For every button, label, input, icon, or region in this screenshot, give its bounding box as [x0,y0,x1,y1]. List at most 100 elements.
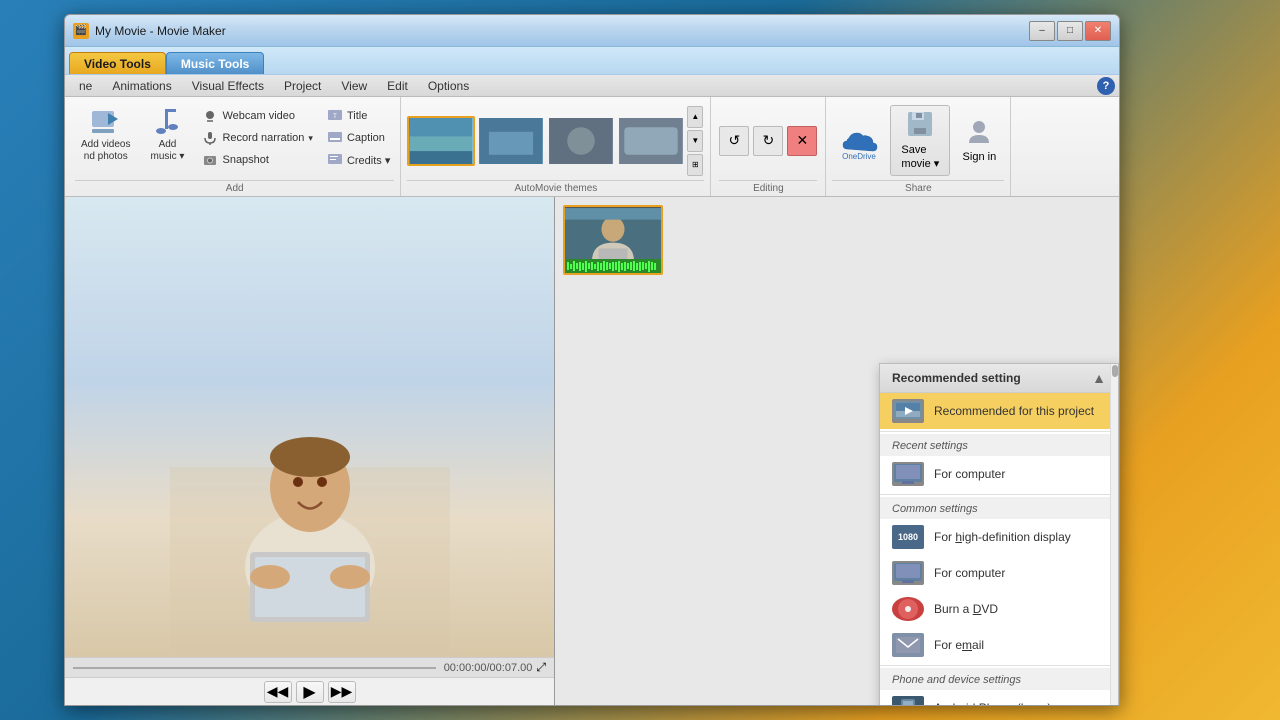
webcam-video-button[interactable]: Webcam video [198,105,316,127]
share-group-label: Share [832,180,1004,196]
dropdown-close-button[interactable]: ▲ [1092,370,1106,386]
dropdown-item-computer[interactable]: For computer [880,555,1118,591]
video-frame [65,197,554,657]
menu-edit[interactable]: Edit [377,77,418,95]
title-button[interactable]: T Title [323,105,394,127]
phone-settings-header: Phone and device settings [880,668,1118,690]
audio-track [565,259,661,273]
credits-button[interactable]: Credits ▾ [323,149,394,171]
time-display: 00:00:00/00:07.00 ⤢ [444,660,546,675]
save-movie-label: Save movie ▾ [901,144,939,170]
add-videos-label: Add videosnd photos [81,139,130,163]
theme-thumb-2[interactable] [477,116,545,166]
dropdown-item-email[interactable]: For email [880,627,1118,663]
video-preview [65,197,554,657]
dropdown-item-recommended-project[interactable]: Recommended for this project [880,393,1118,429]
email-icon [892,633,924,657]
menu-options[interactable]: Options [418,77,479,95]
storyboard-item-1[interactable] [563,205,663,275]
minimize-button[interactable]: – [1029,21,1055,41]
tab-music-tools[interactable]: Music Tools [166,52,264,74]
hd-text: For high-definition display [934,530,1071,544]
content-area: 00:00:00/00:07.00 ⤢ ◀◀ ▶ ▶▶ [65,197,1119,705]
rotate-left-button[interactable]: ↺ [719,126,749,156]
dropdown-item-recent-computer[interactable]: For computer [880,456,1118,492]
rotate-right-button[interactable]: ↻ [753,126,783,156]
menu-home[interactable]: ne [69,77,102,95]
video-panel: 00:00:00/00:07.00 ⤢ ◀◀ ▶ ▶▶ [65,197,555,705]
ribbon-tabs: Video Tools Music Tools [65,47,1119,75]
hd-icon: 1080 [892,525,924,549]
sign-in-button[interactable]: Sign in [954,113,1004,168]
waveform [565,261,658,272]
svg-text:T: T [333,114,337,120]
menu-view[interactable]: View [331,77,377,95]
snapshot-label: Snapshot [222,154,268,166]
menu-visual-effects[interactable]: Visual Effects [182,77,274,95]
title-label: Title [347,110,367,122]
theme-thumb-1[interactable] [407,116,475,166]
maximize-button[interactable]: □ [1057,21,1083,41]
theme-thumb-4[interactable] [617,116,685,166]
add-group-label: Add [75,180,394,196]
progress-bar[interactable] [73,667,436,669]
fast-forward-button[interactable]: ▶▶ [328,681,356,703]
theme-thumb-3[interactable] [547,116,615,166]
credits-label: Credits ▾ [347,154,390,167]
webcam-label: Webcam video [222,110,295,122]
menu-project[interactable]: Project [274,77,331,95]
themes-next-button[interactable]: ▼ [687,130,703,152]
time-bar: 00:00:00/00:07.00 ⤢ [65,657,554,677]
record-narration-button[interactable]: Record narration ▾ [198,127,316,149]
caption-icon [327,130,343,146]
save-movie-dropdown: Recommended setting ▲ Recommended for th… [879,363,1119,705]
add-music-button[interactable]: Addmusic ▾ [142,101,192,167]
caption-button[interactable]: Caption [323,127,394,149]
email-text: For email [934,638,984,652]
recent-computer-text: For computer [934,467,1005,481]
menu-animations[interactable]: Animations [102,77,181,95]
add-small-buttons: Webcam video Record narration ▾ [198,101,316,175]
window-controls: – □ ✕ [1029,21,1111,41]
ribbon-group-add: Add videosnd photos Addmusic ▾ [69,97,401,196]
tab-video-tools[interactable]: Video Tools [69,52,166,74]
play-button[interactable]: ▶ [296,681,324,703]
recommended-project-icon [892,399,924,423]
expand-icon[interactable]: ⤢ [536,660,546,675]
dropdown-item-dvd[interactable]: Burn a DVD [880,591,1118,627]
help-button[interactable]: ? [1097,77,1115,95]
themes-more-button[interactable]: ⊞ [687,154,703,176]
text-buttons: T Title Caption [323,101,394,175]
divider-1 [880,431,1118,432]
dropdown-scrollbar[interactable] [1110,364,1118,705]
add-videos-button[interactable]: Add videosnd photos [75,101,136,167]
ribbon: Add videosnd photos Addmusic ▾ [65,97,1119,197]
dropdown-item-hd[interactable]: 1080 For high-definition display [880,519,1118,555]
android-large-icon [892,696,924,705]
ribbon-group-editing: ↺ ↻ ✕ Editing [711,97,826,196]
video-controls: ◀◀ ▶ ▶▶ [65,677,554,705]
onedrive-button[interactable]: OneDrive [832,114,886,168]
close-button[interactable]: ✕ [1085,21,1111,41]
dropdown-item-android-large[interactable]: Android Phone (large) [880,690,1118,705]
rewind-button[interactable]: ◀◀ [264,681,292,703]
save-movie-button[interactable]: Save movie ▾ [890,105,950,175]
credits-icon [327,152,343,168]
storyboard-thumb-1[interactable] [563,205,663,275]
dropdown-header: Recommended setting ▲ [880,364,1118,393]
delete-button[interactable]: ✕ [787,126,817,156]
ribbon-group-share: OneDrive Save movie [826,97,1011,196]
divider-2 [880,494,1118,495]
app-icon: 🎬 [73,23,89,39]
save-movie-icon [906,110,934,144]
common-settings-header: Common settings [880,497,1118,519]
menu-bar: ne Animations Visual Effects Project Vie… [65,75,1119,97]
record-narration-label: Record narration [222,132,304,144]
dropdown-header-text: Recommended setting [892,371,1021,385]
android-large-text: Android Phone (large) [934,701,1051,705]
svg-text:OneDrive: OneDrive [842,152,876,161]
divider-3 [880,665,1118,666]
themes-prev-button[interactable]: ▲ [687,106,703,128]
current-time: 00:00:00/00:07.00 [444,662,533,674]
snapshot-button[interactable]: Snapshot [198,149,316,171]
